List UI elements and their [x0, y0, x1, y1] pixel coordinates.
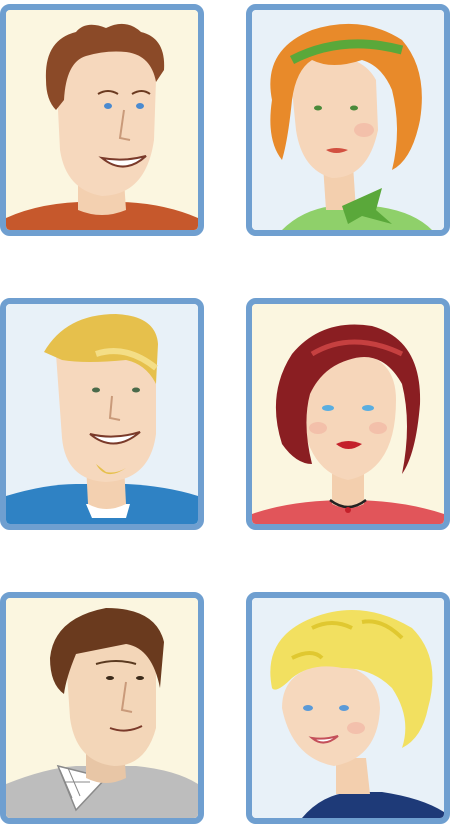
avatar-icon-sheet: { "avatars": [ {"id": "man-brown-spiky-h…: [0, 0, 450, 829]
woman-blonde-curly-portrait: [252, 598, 444, 818]
avatar-card-man-brown-hair-plaid[interactable]: [0, 592, 204, 824]
avatar-card-man-brown-hair[interactable]: [0, 4, 204, 236]
woman-red-hair-portrait: [252, 10, 444, 230]
woman-dark-red-bob-portrait: [252, 304, 444, 524]
man-blond-hair-portrait: [6, 304, 198, 524]
avatar-card-woman-red-hair[interactable]: [246, 4, 450, 236]
man-brown-hair-portrait: [6, 10, 198, 230]
avatar-card-woman-dark-red-bob[interactable]: [246, 298, 450, 530]
man-plaid-shirt-portrait: [6, 598, 198, 818]
avatar-card-woman-blonde-curly[interactable]: [246, 592, 450, 824]
avatar-card-man-blond-hair[interactable]: [0, 298, 204, 530]
